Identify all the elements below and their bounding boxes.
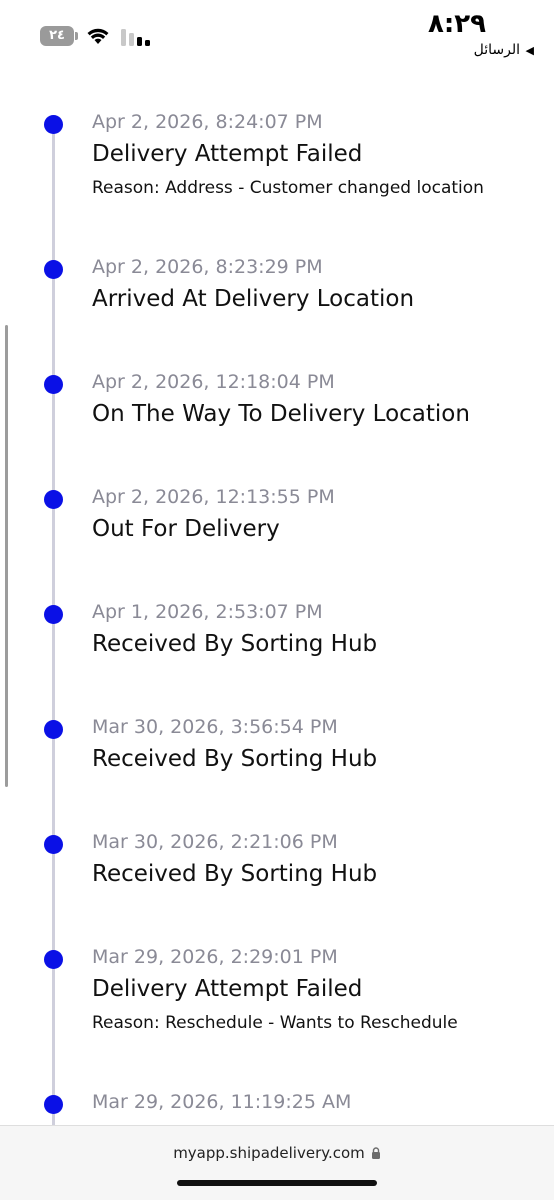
scroll-indicator[interactable]: [5, 325, 8, 787]
event-timestamp: Apr 2, 2026, 8:23:29 PM: [92, 256, 323, 278]
event-timestamp: Mar 30, 2026, 3:56:54 PM: [92, 716, 338, 738]
event-status: Out For Delivery: [92, 516, 280, 542]
event-timestamp: Apr 2, 2026, 12:18:04 PM: [92, 371, 335, 393]
event-timestamp: Apr 2, 2026, 12:13:55 PM: [92, 486, 335, 508]
timeline-dot-icon: [44, 375, 63, 394]
event-timestamp: Mar 29, 2026, 11:19:25 AM: [92, 1091, 352, 1113]
event-status: Received By Sorting Hub: [92, 631, 378, 657]
event-status: Received By Sorting Hub: [92, 746, 378, 772]
address-bar[interactable]: myapp.shipadelivery.com: [0, 1125, 554, 1200]
event-status: Delivery Attempt Failed: [92, 976, 363, 1002]
timeline-dot-icon: [44, 720, 63, 739]
lock-icon: [371, 1147, 380, 1159]
timeline-dot-icon: [44, 490, 63, 509]
address-bar-url[interactable]: myapp.shipadelivery.com: [0, 1144, 554, 1162]
timeline-dot-icon: [44, 950, 63, 969]
event-timestamp: Mar 29, 2026, 2:29:01 PM: [92, 946, 338, 968]
event-status: Delivery Attempt Failed: [92, 141, 363, 167]
home-indicator[interactable]: [177, 1180, 377, 1186]
event-reason: Reason: Address - Customer changed locat…: [92, 178, 484, 198]
timeline-dot-icon: [44, 605, 63, 624]
event-status: Received By Sorting Hub: [92, 861, 378, 887]
timeline-dot-icon: [44, 835, 63, 854]
event-status: Arrived At Delivery Location: [92, 286, 415, 312]
timeline-dot-icon: [44, 115, 63, 134]
event-timestamp: Mar 30, 2026, 2:21:06 PM: [92, 831, 338, 853]
url-text: myapp.shipadelivery.com: [173, 1144, 365, 1162]
timeline-dot-icon: [44, 1095, 63, 1114]
timeline-dot-icon: [44, 260, 63, 279]
event-status: On The Way To Delivery Location: [92, 401, 470, 427]
event-timestamp: Apr 2, 2026, 8:24:07 PM: [92, 111, 323, 133]
event-reason: Reason: Reschedule - Wants to Reschedule: [92, 1013, 458, 1033]
event-timestamp: Apr 1, 2026, 2:53:07 PM: [92, 601, 323, 623]
tracking-timeline: Apr 2, 2026, 8:24:07 PM Delivery Attempt…: [0, 0, 554, 1125]
